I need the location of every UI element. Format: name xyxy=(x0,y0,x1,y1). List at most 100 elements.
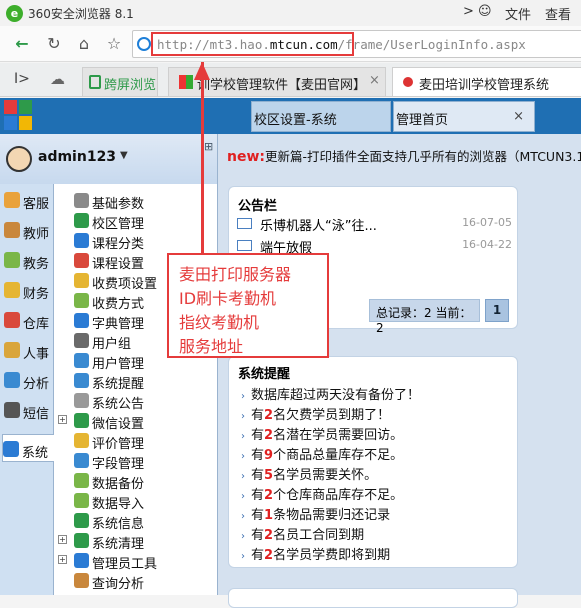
url-domain: mtcun.com xyxy=(269,37,338,52)
module-label: 仓库 xyxy=(23,317,50,332)
submenu-item[interactable]: 校区管理 xyxy=(54,211,218,232)
submenu-icon xyxy=(74,413,89,428)
submenu-item[interactable]: 系统提醒 xyxy=(54,371,218,392)
refresh-icon[interactable]: ↻ xyxy=(44,34,64,54)
submenu-item[interactable]: 课程分类 xyxy=(54,231,218,252)
username[interactable]: admin123 xyxy=(38,149,116,165)
module-icon xyxy=(4,192,20,208)
submenu-item[interactable]: 系统公告 xyxy=(54,391,218,412)
reminder-item[interactable]: › 有2名学员学费即将到期 xyxy=(241,544,390,563)
module-label: 短信 xyxy=(23,407,50,422)
ie-icon xyxy=(137,37,151,51)
chevron-down-icon[interactable]: ▼ xyxy=(120,150,128,161)
sidebar-toggle-icon[interactable]: I> xyxy=(14,71,30,87)
cloud-icon[interactable]: ☁ xyxy=(50,70,65,88)
news-marquee[interactable]: new:更新篇-打印插件全面支持几乎所有的浏览器（MTCUN3.1000 xyxy=(227,146,581,165)
pager-text: 总记录：2 当前：2 xyxy=(376,306,472,335)
module-item[interactable]: 仓库 xyxy=(4,306,54,334)
module-item[interactable]: 客服 xyxy=(4,186,54,214)
submenu-icon xyxy=(74,313,89,328)
tab-cross-screen[interactable]: 跨屏浏览 xyxy=(82,67,158,96)
chevron-right-icon[interactable]: > xyxy=(463,4,474,19)
reminder-item[interactable]: › 有9个商品总量库存不足。 xyxy=(241,444,403,463)
reminder-count: 2 xyxy=(264,528,274,543)
star-icon[interactable]: ☆ xyxy=(104,34,124,54)
notice-text[interactable]: 乐博机器人“泳”往... xyxy=(260,215,377,234)
tab-label: 跨屏浏览 xyxy=(104,78,157,93)
home-icon[interactable]: ⌂ xyxy=(74,34,94,54)
submenu-icon xyxy=(74,453,89,468)
submenu-item[interactable]: 数据备份 xyxy=(54,471,218,492)
submenu-icon xyxy=(74,213,89,228)
module-icon xyxy=(3,441,19,457)
browser-title-bar: e 360安全浏览器 8.1 > ☺ 文件 查看 xyxy=(0,0,581,26)
page-button[interactable]: 1 xyxy=(485,299,509,322)
module-item[interactable]: 教师 xyxy=(4,216,54,244)
avatar[interactable] xyxy=(6,146,32,172)
submenu-item[interactable]: 字段管理 xyxy=(54,451,218,472)
module-item[interactable]: 分析 xyxy=(4,366,54,394)
url-text[interactable]: http://mt3.hao.mtcun.com/frame/UserLogin… xyxy=(157,37,526,52)
expand-icon[interactable]: + xyxy=(58,555,67,564)
submenu-icon xyxy=(74,393,89,408)
page-tab-campus-settings[interactable]: 校区设置-系统 xyxy=(251,101,391,132)
pin-icon[interactable]: ⊞ xyxy=(204,140,213,153)
submenu-icon xyxy=(74,553,89,568)
url-path: /frame/UserLoginInfo.aspx xyxy=(337,37,526,52)
expand-icon[interactable]: + xyxy=(58,535,67,544)
back-arrow-icon[interactable]: ← xyxy=(12,34,32,54)
submenu-icon xyxy=(74,573,89,588)
submenu-item[interactable]: 数据导入 xyxy=(54,491,218,512)
reminder-text: 条物品需要归还记录 xyxy=(273,508,391,523)
reminder-text: 有 xyxy=(251,448,265,463)
reminder-item[interactable]: › 有2名员工合同到期 xyxy=(241,524,364,543)
bullet-arrow-icon: › xyxy=(241,531,245,542)
module-item[interactable]: 教务 xyxy=(4,246,54,274)
close-icon[interactable]: × xyxy=(369,73,380,88)
module-label: 分析 xyxy=(23,377,50,392)
submenu-item[interactable]: + 管理员工具 xyxy=(54,551,218,572)
module-label: 人事 xyxy=(23,347,50,362)
notice-item[interactable]: 乐博机器人“泳”往... 16-07-05 xyxy=(237,214,512,234)
submenu-label: 评价管理 xyxy=(92,437,145,452)
reminder-item[interactable]: › 有5名学员需要关怀。 xyxy=(241,464,377,483)
reminder-item[interactable]: › 有2名潜在学员需要回访。 xyxy=(241,424,403,443)
module-item[interactable]: 系统 xyxy=(2,434,56,462)
page-tab-label: 校区设置-系统 xyxy=(254,113,337,128)
module-item[interactable]: 短信 xyxy=(4,396,54,424)
submenu-item[interactable]: + 微信设置 xyxy=(54,411,218,432)
notice-title: 公告栏 xyxy=(238,199,278,214)
submenu-label: 用户管理 xyxy=(92,357,145,372)
user-panel: admin123 ▼ xyxy=(0,134,218,184)
browser-title: 360安全浏览器 8.1 xyxy=(28,7,134,21)
reminder-item[interactable]: › 有1条物品需要归还记录 xyxy=(241,504,390,523)
bullet-arrow-icon: › xyxy=(241,511,245,522)
submenu-label: 课程分类 xyxy=(92,237,145,252)
notice-date: 16-04-22 xyxy=(462,238,512,251)
module-item[interactable]: 人事 xyxy=(4,336,54,364)
submenu-icon xyxy=(74,533,89,548)
menu-file[interactable]: 文件 xyxy=(505,4,531,23)
annotation-line: ID刷卡考勤机 xyxy=(179,289,277,308)
close-icon[interactable]: × xyxy=(513,109,524,124)
page-tab-home[interactable]: 管理首页 × xyxy=(393,101,535,132)
submenu-item[interactable]: + 系统清理 xyxy=(54,531,218,552)
reminder-item[interactable]: › 有2名欠费学员到期了！ xyxy=(241,404,390,423)
module-item[interactable]: 财务 xyxy=(4,276,54,304)
module-label: 客服 xyxy=(23,197,50,212)
reminder-item[interactable]: › 有2个仓库商品库存不足。 xyxy=(241,484,403,503)
tab-training-system[interactable]: 麦田培训学校管理系统 xyxy=(392,67,581,96)
app-logo-icon xyxy=(4,100,32,130)
user-icon[interactable]: ☺ xyxy=(478,4,492,19)
url-bar[interactable]: http://mt3.hao.mtcun.com/frame/UserLogin… xyxy=(132,30,581,58)
submenu-item[interactable]: 系统信息 xyxy=(54,511,218,532)
submenu-item[interactable]: 评价管理 xyxy=(54,431,218,452)
submenu-item[interactable]: 查询分析 xyxy=(54,571,218,592)
module-icon xyxy=(4,252,20,268)
tab-label: 训学校管理软件【麦田官网】 xyxy=(197,78,367,93)
expand-icon[interactable]: + xyxy=(58,415,67,424)
submenu-label: 用户组 xyxy=(92,337,132,352)
menu-view[interactable]: 查看 xyxy=(545,4,571,23)
reminder-item[interactable]: › 数据库超过两天没有备份了！ xyxy=(241,384,420,403)
submenu-item[interactable]: 基础参数 xyxy=(54,191,218,212)
